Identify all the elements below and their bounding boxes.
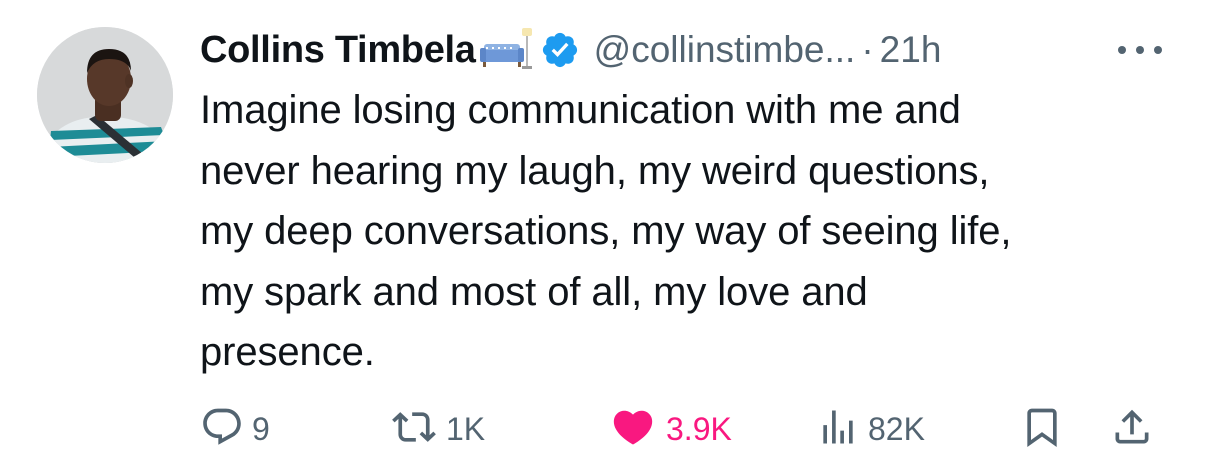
bookmark-button[interactable]: [1020, 404, 1064, 454]
timestamp[interactable]: 21h: [880, 29, 942, 71]
bookmark-icon: [1020, 404, 1064, 455]
avatar[interactable]: [37, 27, 173, 163]
action-bar: 9 1K 3.9K 82K: [200, 404, 1180, 454]
retweet-count: 1K: [446, 410, 486, 447]
share-icon: [1110, 404, 1154, 455]
tweet-text-line: my deep conversations, my way of seeing …: [200, 209, 1012, 253]
tweet[interactable]: Collins Timbela @collinstimbe... · 21h I…: [0, 0, 1206, 474]
couch-and-lamp-icon: [478, 26, 536, 74]
share-button[interactable]: [1110, 404, 1154, 454]
tweet-text: Imagine losing communication with me and…: [200, 80, 1180, 383]
separator-dot: ·: [861, 29, 874, 70]
tweet-text-line: my spark and most of all, my love and: [200, 269, 868, 314]
retweet-icon: [390, 405, 438, 454]
views-button[interactable]: 82K: [816, 404, 925, 454]
more-options-icon[interactable]: [1112, 40, 1168, 60]
avatar-image: [37, 27, 173, 163]
tweet-text-line: never hearing my laugh, my weird questio…: [200, 148, 990, 193]
tweet-header: Collins Timbela @collinstimbe... · 21h: [200, 26, 941, 74]
reply-count: 9: [252, 410, 270, 447]
retweet-button[interactable]: 1K: [390, 404, 485, 454]
views-icon: [816, 405, 860, 454]
reply-button[interactable]: 9: [200, 404, 270, 454]
tweet-text-line: presence.: [200, 330, 375, 374]
like-count: 3.9K: [666, 410, 732, 447]
display-name[interactable]: Collins Timbela: [200, 29, 476, 72]
views-count: 82K: [868, 410, 925, 447]
heart-icon: [608, 404, 658, 455]
reply-icon: [200, 405, 244, 454]
like-button[interactable]: 3.9K: [608, 404, 732, 454]
verified-badge-icon[interactable]: [540, 30, 580, 70]
user-handle[interactable]: @collinstimbe...: [594, 29, 856, 71]
tweet-text-line: Imagine losing communication with me and: [200, 88, 961, 132]
